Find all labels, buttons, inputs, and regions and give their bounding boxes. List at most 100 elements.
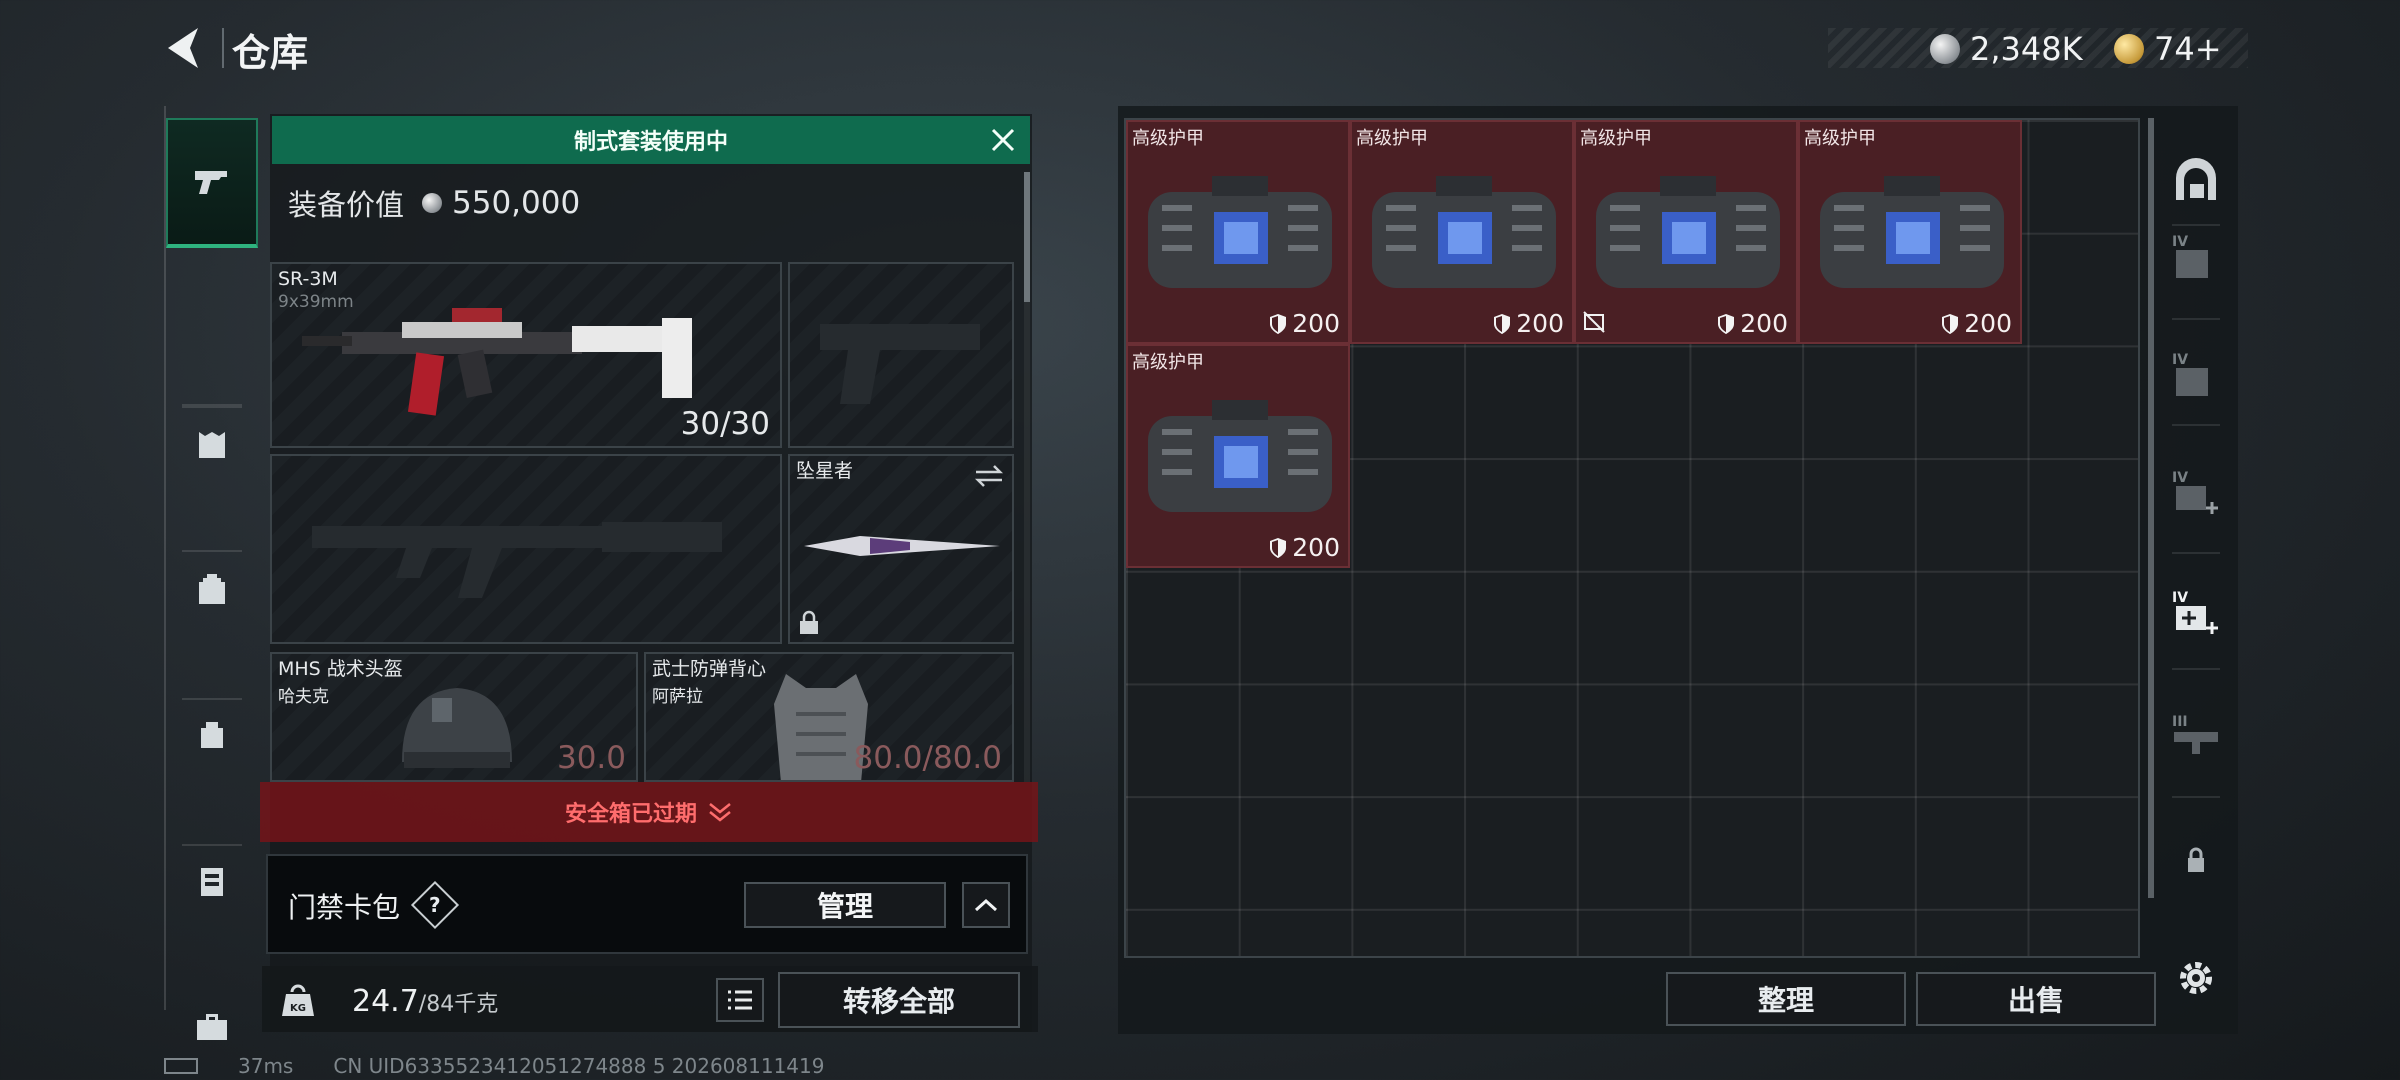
swap-icon[interactable]	[974, 464, 1004, 488]
transfer-all-button[interactable]: 转移全部	[778, 972, 1020, 1028]
tab-divider	[182, 550, 242, 552]
uid-readout: CN UID6335523412051274888 5 202608111419	[333, 1054, 825, 1078]
tab-backpack[interactable]	[166, 524, 258, 654]
container-divider	[2172, 668, 2220, 670]
container-tab-5[interactable]: III	[2166, 708, 2226, 768]
knife-icon	[804, 536, 1000, 556]
armor-plate-bag-icon	[1148, 176, 1332, 288]
svg-text:IV: IV	[2172, 590, 2188, 606]
rifle-icon	[302, 308, 692, 416]
storage-scrollbar[interactable]	[2148, 118, 2154, 898]
tab-weapons[interactable]	[166, 118, 258, 248]
helmet-slot[interactable]: MHS 战术头盔 哈夫克 30.0	[270, 652, 638, 782]
loadout-scroll-thumb[interactable]	[1024, 172, 1030, 302]
sell-button[interactable]: 出售	[1916, 972, 2156, 1026]
gold-coin-icon	[2114, 34, 2144, 64]
item-label: 高级护甲	[1804, 128, 1876, 149]
pistol-silhouette-icon	[820, 324, 980, 404]
svg-text:III: III	[2172, 714, 2188, 730]
weight-readout: 24.7/84千克	[352, 984, 498, 1019]
page-title: 仓库	[232, 31, 309, 75]
tab-armor[interactable]	[166, 380, 258, 510]
primary-weapon-slot[interactable]: SR-3M 9x39mm 30/30	[270, 262, 782, 448]
svg-text:KG: KG	[290, 1003, 306, 1014]
storage-item-advanced-armor[interactable]: 高级护甲 200	[1126, 120, 1350, 344]
container-divider	[2172, 318, 2220, 320]
container-tab-3[interactable]: IV	[2166, 464, 2226, 524]
lock-icon	[2188, 847, 2204, 872]
gold-amount: 74+	[2154, 30, 2222, 68]
silver-coin-icon	[1930, 34, 1960, 64]
silver-currency: 2,348K	[1930, 30, 2083, 68]
locked-container-tab[interactable]	[2166, 830, 2226, 890]
item-armor-value-number: 200	[1740, 309, 1788, 338]
safe-box-expired-bar[interactable]: 安全箱已过期	[260, 782, 1038, 842]
shield-icon	[1718, 313, 1735, 334]
sort-button[interactable]: 整理	[1666, 972, 1906, 1026]
container-icon	[201, 868, 223, 896]
banner-close-button[interactable]	[985, 122, 1021, 158]
helmet-durability: 30.0	[556, 740, 626, 776]
ping-readout: 37ms	[238, 1054, 294, 1078]
secondary-weapon-slot[interactable]	[270, 454, 782, 644]
container-tab-4[interactable]: IV	[2166, 584, 2226, 644]
storage-item-advanced-armor[interactable]: 高级护甲 200	[1574, 120, 1798, 344]
helmet-icon	[402, 688, 512, 768]
body-armor-slot[interactable]: 武士防弹背心 阿萨拉 80.0/80.0	[644, 652, 1014, 782]
container-tab-1[interactable]: IV	[2166, 228, 2226, 288]
armor-plate-bag-icon	[1820, 176, 2004, 288]
storage-item-advanced-armor[interactable]: 高级护甲 200	[1126, 344, 1350, 568]
svg-text:IV: IV	[2172, 470, 2188, 486]
tab-safe-box[interactable]	[166, 816, 258, 946]
item-armor-value: 200	[1492, 309, 1564, 338]
shield-icon	[1942, 313, 1959, 334]
item-armor-value: 200	[1268, 533, 1340, 562]
no-repair-icon	[1583, 311, 1605, 333]
item-label: 高级护甲	[1132, 352, 1204, 373]
storage-item-advanced-armor[interactable]: 高级护甲 200	[1798, 120, 2022, 344]
equipment-value: 装备价值 550,000	[288, 182, 580, 224]
double-chevron-down-icon	[709, 803, 731, 822]
storage-item-advanced-armor[interactable]: 高级护甲 200	[1350, 120, 1574, 344]
weight-max: /84千克	[418, 992, 499, 1017]
manage-button[interactable]: 管理	[744, 882, 946, 928]
settings-button[interactable]	[2166, 948, 2226, 1008]
item-label: 高级护甲	[1132, 128, 1204, 149]
sidearm-slot[interactable]	[788, 262, 1014, 448]
safe-box-expired-text: 安全箱已过期	[564, 802, 697, 827]
back-button[interactable]	[160, 22, 212, 74]
title-divider	[222, 28, 224, 68]
item-armor-value: 200	[1716, 309, 1788, 338]
pistol-icon	[195, 171, 227, 194]
keycard-wallet-title: 门禁卡包	[288, 891, 401, 924]
status-bar: 37ms CN UID6335523412051274888 5 2026081…	[164, 1054, 824, 1078]
list-view-button[interactable]	[716, 978, 764, 1022]
close-icon	[991, 128, 1015, 152]
silver-amount: 2,348K	[1970, 30, 2083, 68]
tab-rig[interactable]	[166, 670, 258, 800]
backpack-icon	[199, 574, 225, 604]
shield-icon	[1270, 313, 1287, 334]
battery-icon	[164, 1058, 198, 1074]
back-arrow-icon	[168, 28, 198, 68]
melee-slot[interactable]: 坠星者	[788, 454, 1014, 644]
body-armor-durability: 80.0/80.0	[853, 740, 1003, 776]
weight-icon: KG	[278, 980, 318, 1020]
weapon-case-icon: III	[2172, 714, 2218, 754]
pouch-icon	[201, 722, 223, 748]
container-tab-2[interactable]: IV	[2166, 346, 2226, 406]
shield-icon	[1270, 537, 1287, 558]
body-armor-brand: 阿萨拉	[652, 687, 703, 707]
vest-icon	[199, 432, 225, 458]
storage-home-tab[interactable]	[2166, 150, 2226, 210]
item-armor-value: 200	[1940, 309, 2012, 338]
rifle-silhouette-icon	[312, 522, 722, 598]
body-armor-name: 武士防弹背心	[652, 658, 767, 680]
medical-case-icon: IV	[2172, 470, 2218, 514]
collapse-button[interactable]	[962, 882, 1010, 928]
equipment-value-amount: 550,000	[452, 185, 581, 221]
gold-currency: 74+	[2114, 30, 2222, 68]
storage-arch-icon	[2176, 158, 2216, 200]
item-armor-value-number: 200	[1292, 533, 1340, 562]
item-label: 高级护甲	[1356, 128, 1428, 149]
